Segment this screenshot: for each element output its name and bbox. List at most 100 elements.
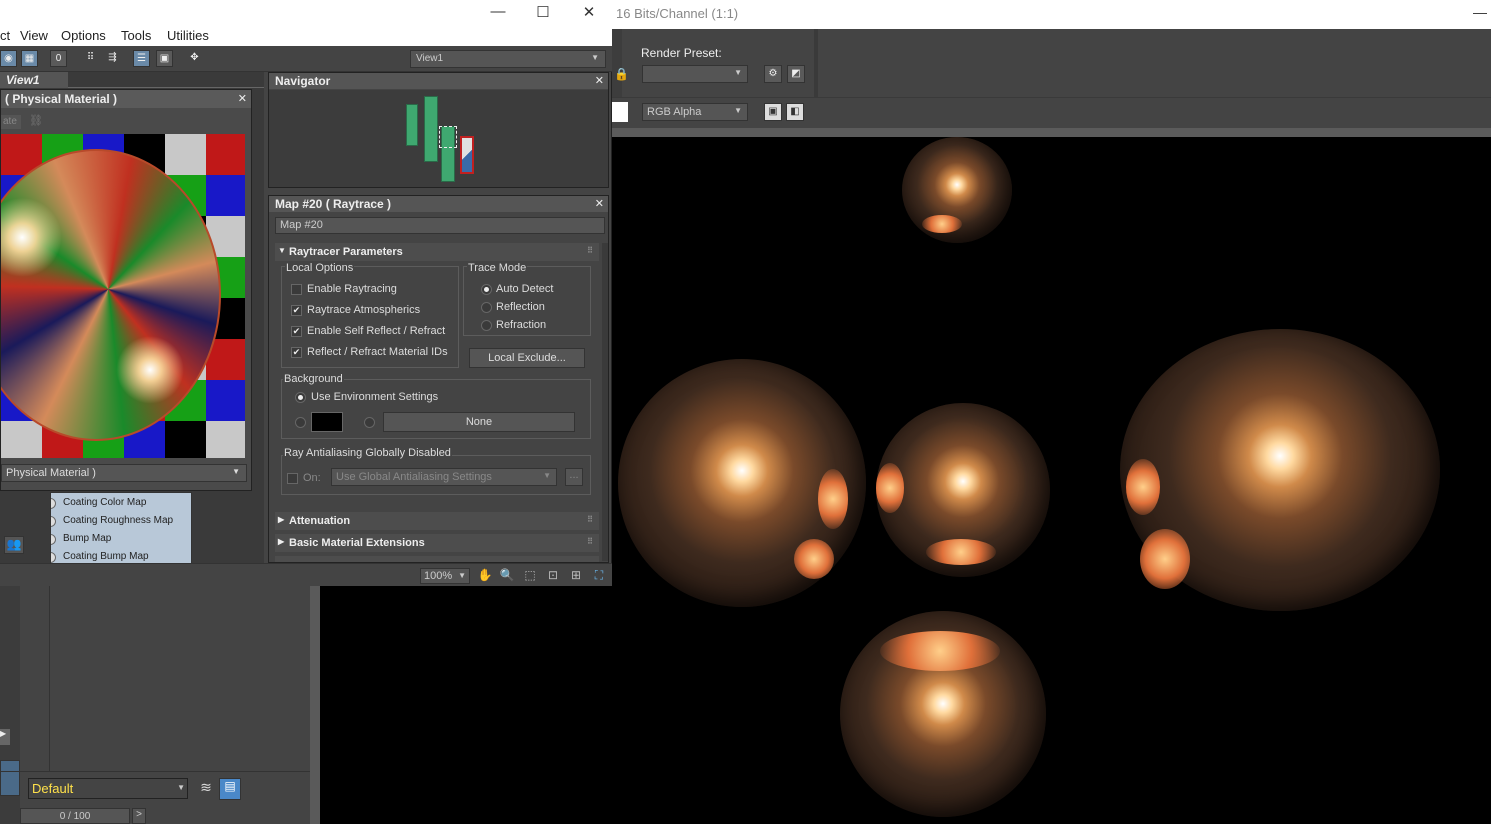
sphere-bottom <box>840 611 1046 817</box>
sphere-top <box>902 137 1012 243</box>
minimize-icon[interactable]: — <box>488 3 508 20</box>
main-app-panel: ▶ Default ▼ ≋ ▤ 0 / 100 > <box>0 586 320 824</box>
local-options-label: Local Options <box>285 262 355 274</box>
local-exclude-button[interactable]: Local Exclude... <box>469 348 585 368</box>
list-icon[interactable]: ☰ <box>133 50 150 67</box>
self-reflect-checkbox[interactable]: ✔ <box>291 326 302 337</box>
rollout-basic-material-extensions[interactable]: ▶ Basic Material Extensions ⠿ <box>275 534 599 552</box>
zoom-icon[interactable]: 🔍 <box>499 568 515 584</box>
zoom-region-icon[interactable]: ⬚ <box>522 568 538 584</box>
background-map-button[interactable]: None <box>383 412 575 432</box>
checker-cell <box>165 134 206 175</box>
socket-icon[interactable] <box>51 552 56 563</box>
layout-icon[interactable]: ⠿ <box>82 50 99 67</box>
environment-icon[interactable]: ◩ <box>787 65 805 83</box>
tab-view1[interactable]: View1 <box>0 72 68 88</box>
viewport-layout-icon[interactable] <box>0 760 20 796</box>
reflection-radio[interactable] <box>481 302 492 313</box>
antialias-on-checkbox[interactable] <box>287 473 298 484</box>
render-preset-dropdown[interactable]: ▼ <box>642 65 748 83</box>
map-slot-coating-bump[interactable]: Coating Bump Map <box>51 549 191 563</box>
menu-item-view[interactable]: View <box>20 28 48 43</box>
rollout-raytracer-parameters[interactable]: ▼ Raytracer Parameters ⠿ <box>275 243 599 261</box>
show-background-icon[interactable]: ◉ <box>0 50 17 67</box>
sphere-glint <box>794 539 834 579</box>
render-titlebar: 16 Bits/Channel (1:1) — <box>612 0 1491 29</box>
scrollbar[interactable] <box>602 243 608 561</box>
layer-dropdown[interactable]: Default ▼ <box>28 778 188 799</box>
rollout-partial[interactable] <box>275 556 599 562</box>
checker-icon[interactable]: ▦ <box>21 50 38 67</box>
close-icon[interactable]: ✕ <box>595 74 604 87</box>
channel-dropdown[interactable]: RGB Alpha ▼ <box>642 103 748 121</box>
close-icon[interactable]: ✕ <box>595 197 604 210</box>
chevron-down-icon: ▼ <box>591 53 599 62</box>
refraction-radio[interactable] <box>481 320 492 331</box>
rollout-attenuation[interactable]: ▶ Attenuation ⠿ <box>275 512 599 530</box>
socket-icon[interactable] <box>51 498 56 509</box>
sphere-left <box>618 359 866 607</box>
auto-detect-radio[interactable] <box>481 284 492 295</box>
antialias-dropdown[interactable]: Use Global Antialiasing Settings ▼ <box>331 468 557 486</box>
time-slider[interactable]: 0 / 100 <box>20 808 130 824</box>
socket-icon[interactable] <box>51 516 56 527</box>
close-icon[interactable]: ✕ <box>579 3 599 21</box>
zoom-selected-icon[interactable]: ⊞ <box>568 568 584 584</box>
next-frame-icon[interactable]: > <box>132 808 146 824</box>
map-slot-coating-color[interactable]: Coating Color Map <box>51 495 191 513</box>
minimize-icon[interactable]: — <box>1473 4 1487 20</box>
zero-icon[interactable]: 0 <box>50 50 67 67</box>
map-radio[interactable] <box>364 417 375 428</box>
people-icon[interactable]: 👥 <box>4 536 24 554</box>
background-color-swatch[interactable] <box>311 412 343 432</box>
render-settings-icon[interactable]: ⚙ <box>764 65 782 83</box>
lock-icon[interactable]: 🔒 <box>614 67 629 81</box>
chevron-down-icon: ▼ <box>458 571 466 580</box>
zoom-extents-icon[interactable]: ⊡ <box>545 568 561 584</box>
render-preset-label: Render Preset: <box>641 46 722 60</box>
pan-hand-icon[interactable]: ✋ <box>477 568 493 584</box>
layer-manager-icon[interactable]: ▤ <box>219 778 241 800</box>
lock-icon[interactable]: ⛓ <box>29 114 43 127</box>
navigator-view[interactable] <box>269 90 608 187</box>
map-slot-coating-roughness[interactable]: Coating Roughness Map <box>51 513 191 531</box>
alpha-channel-icon[interactable]: ◧ <box>786 103 804 121</box>
socket-icon[interactable] <box>51 534 56 545</box>
material-dropdown[interactable]: Physical Material ) ▼ <box>1 464 247 482</box>
antialias-options-button[interactable]: ... <box>565 468 583 486</box>
hierarchy-icon[interactable]: ⇶ <box>104 50 121 67</box>
pick-material-icon[interactable]: ✥ <box>186 50 203 67</box>
update-button[interactable]: ate <box>1 115 21 129</box>
use-env-radio[interactable] <box>295 392 306 403</box>
map-slot-bump[interactable]: Bump Map <box>51 531 191 549</box>
zoom-extents-all-icon[interactable]: ⛶ <box>591 568 607 584</box>
raytrace-atmospherics-checkbox[interactable]: ✔ <box>291 305 302 316</box>
panel-icon[interactable]: ▣ <box>156 50 173 67</box>
color-radio[interactable] <box>295 417 306 428</box>
enable-raytracing-checkbox[interactable] <box>291 284 302 295</box>
toolbar-divider <box>814 29 818 97</box>
display-channel-icon[interactable]: ▣ <box>764 103 782 121</box>
map-panel-title: Map #20 ( Raytrace ) <box>269 196 608 212</box>
checker-cell <box>206 175 245 216</box>
menu-item-ct[interactable]: ct <box>0 28 10 43</box>
menu-item-tools[interactable]: Tools <box>121 28 151 43</box>
layers-icon[interactable]: ≋ <box>196 779 216 799</box>
self-reflect-label: Enable Self Reflect / Refract <box>307 325 446 337</box>
map-name-field[interactable]: Map #20 <box>275 217 605 234</box>
map-slot-list: Coating Color Map Coating Roughness Map … <box>50 492 192 564</box>
maximize-icon[interactable]: ☐ <box>533 3 553 21</box>
sphere-glint <box>1126 459 1160 515</box>
material-ids-checkbox[interactable]: ✔ <box>291 347 302 358</box>
zoom-dropdown[interactable]: 100% ▼ <box>420 568 470 584</box>
channel-value: RGB Alpha <box>647 106 702 118</box>
play-icon[interactable]: ▶ <box>0 729 10 745</box>
close-icon[interactable]: ✕ <box>238 92 247 105</box>
view-dropdown-value: View1 <box>416 53 444 64</box>
menu-item-utilities[interactable]: Utilities <box>167 28 209 43</box>
render-window-title: 16 Bits/Channel (1:1) <box>616 6 739 21</box>
menu-item-options[interactable]: Options <box>61 28 106 43</box>
physical-material-node[interactable]: ( Physical Material ) ✕ ate ⛓ Physical M… <box>0 89 252 491</box>
view-dropdown[interactable]: View1 ▼ <box>410 50 606 68</box>
color-swatch[interactable] <box>612 102 628 122</box>
